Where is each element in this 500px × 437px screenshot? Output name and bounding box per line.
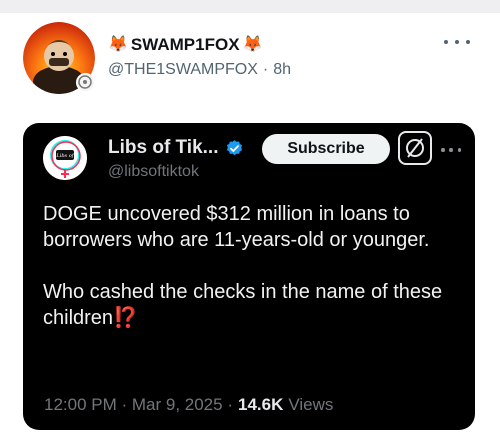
- post-page: 🦊 SWAMP1FOX 🦊 @THE1SWAMPFOX · 8h Libs of…: [0, 0, 500, 437]
- more-options-icon[interactable]: [444, 34, 470, 50]
- top-bar: [0, 0, 500, 13]
- interrobang-emoji-icon: ⁉️: [113, 307, 138, 329]
- libs-of-tiktok-logo-icon: Libs of: [43, 136, 87, 180]
- subscribe-button[interactable]: Subscribe: [262, 134, 390, 164]
- quoted-handle[interactable]: @libsoftiktok: [108, 163, 199, 181]
- quoted-post-card[interactable]: Libs of Libs of Tik... @libsoftiktok Sub…: [23, 123, 475, 430]
- quoted-name[interactable]: Libs of Tik...: [108, 137, 219, 159]
- separator-dot: ·: [262, 61, 269, 78]
- views-count: 14.6K: [237, 395, 284, 414]
- fox-emoji-icon: 🦊: [108, 36, 128, 53]
- quoted-name-line[interactable]: Libs of Tik...: [108, 137, 244, 159]
- fox-emoji-icon: 🦊: [242, 36, 263, 53]
- avatar-badge-icon: [76, 73, 95, 92]
- quoted-post-text: DOGE uncovered $312 million in loans to …: [43, 201, 463, 357]
- quoted-avatar[interactable]: Libs of: [43, 136, 87, 180]
- verified-badge-icon: [226, 139, 242, 155]
- card-more-options-icon[interactable]: [441, 145, 461, 155]
- post-paragraph-with-alarm: Who cashed the checks in the name of the…: [43, 279, 463, 331]
- post-meta-line: 12:00 PM · Mar 9, 2025 · 14.6K Views: [44, 395, 333, 415]
- post-paragraph: DOGE uncovered $312 million in loans to …: [43, 203, 430, 251]
- post-timestamp[interactable]: 12:00 PM · Mar 9, 2025 ·: [44, 395, 233, 415]
- author-name-line[interactable]: 🦊 SWAMP1FOX 🦊: [108, 34, 262, 56]
- post-paragraph: Who cashed the checks in the name of the…: [43, 281, 443, 329]
- author-name[interactable]: SWAMP1FOX: [131, 35, 240, 55]
- views-label: Views: [288, 395, 334, 414]
- post-time[interactable]: 8h: [273, 61, 291, 79]
- grok-icon[interactable]: [398, 131, 432, 165]
- author-handle[interactable]: @THE1SWAMPFOX: [108, 61, 258, 79]
- svg-text:Libs of: Libs of: [55, 153, 74, 159]
- author-handle-line: @THE1SWAMPFOX · 8h: [108, 61, 291, 79]
